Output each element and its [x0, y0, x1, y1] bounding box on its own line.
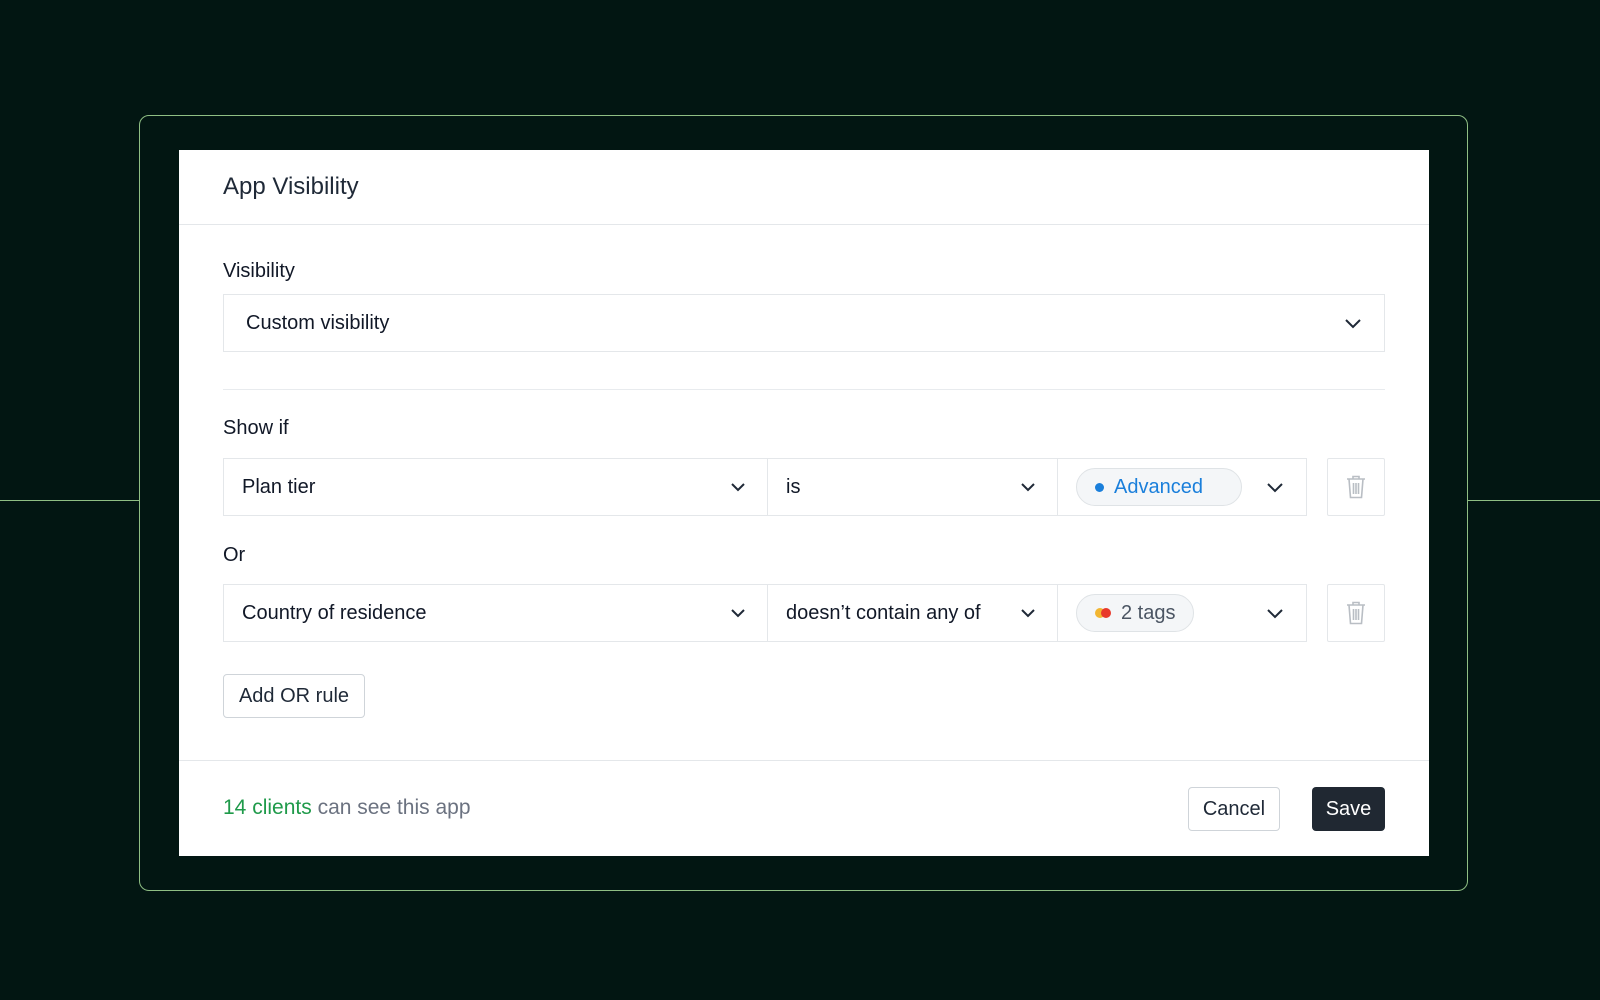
status-dot-icon — [1095, 482, 1104, 492]
decorative-line-right — [1468, 500, 1600, 501]
chevron-down-icon — [1267, 609, 1283, 619]
save-button[interactable]: Save — [1312, 787, 1385, 831]
section-divider — [223, 389, 1385, 390]
tags-pill-label: 2 tags — [1121, 601, 1176, 624]
rule-connector-or: Or — [223, 544, 246, 566]
modal-header: App Visibility — [179, 150, 1429, 225]
rule-field-value: Plan tier — [242, 475, 316, 498]
rule-operator-select[interactable]: doesn’t contain any of — [767, 584, 1058, 642]
rule-connector-show-if: Show if — [223, 417, 289, 439]
tags-pill: 2 tags — [1076, 594, 1195, 632]
rule-operator-value: doesn’t contain any of — [786, 601, 981, 624]
decorative-line-left — [0, 500, 139, 501]
client-count: 14 clients — [223, 796, 312, 819]
chevron-down-icon — [731, 483, 745, 492]
visibility-label: Visibility — [223, 260, 295, 282]
rule-field-value: Country of residence — [242, 601, 427, 624]
visibility-select-value: Custom visibility — [246, 311, 390, 334]
cancel-button[interactable]: Cancel — [1188, 787, 1280, 831]
visibility-select[interactable]: Custom visibility — [223, 294, 1385, 352]
visibility-summary: 14 clients can see this app — [223, 796, 471, 820]
chevron-down-icon — [1267, 483, 1283, 493]
rule-field-select[interactable]: Plan tier — [223, 458, 768, 516]
modal-footer: 14 clients can see this app Cancel Save — [179, 760, 1429, 856]
value-pill: Advanced — [1076, 468, 1242, 506]
chevron-down-icon — [1021, 483, 1035, 492]
delete-rule-button[interactable] — [1327, 458, 1385, 516]
chevron-down-icon — [1345, 319, 1361, 329]
rule-operator-value: is — [786, 475, 801, 498]
chevron-down-icon — [731, 609, 745, 618]
app-visibility-modal: App Visibility Visibility Custom visibil… — [179, 150, 1429, 856]
rule-operator-select[interactable]: is — [767, 458, 1058, 516]
delete-rule-button[interactable] — [1327, 584, 1385, 642]
modal-title: App Visibility — [223, 173, 359, 200]
rule-field-select[interactable]: Country of residence — [223, 584, 768, 642]
rule-value-select[interactable]: Advanced — [1057, 458, 1307, 516]
value-pill-label: Advanced — [1114, 475, 1203, 498]
chevron-down-icon — [1021, 609, 1035, 618]
rule-value-select[interactable]: 2 tags — [1057, 584, 1307, 642]
summary-suffix: can see this app — [317, 796, 471, 819]
add-or-rule-button[interactable]: Add OR rule — [223, 674, 365, 718]
trash-icon — [1347, 601, 1365, 625]
tag-colors-icon — [1095, 608, 1111, 618]
trash-icon — [1347, 475, 1365, 499]
